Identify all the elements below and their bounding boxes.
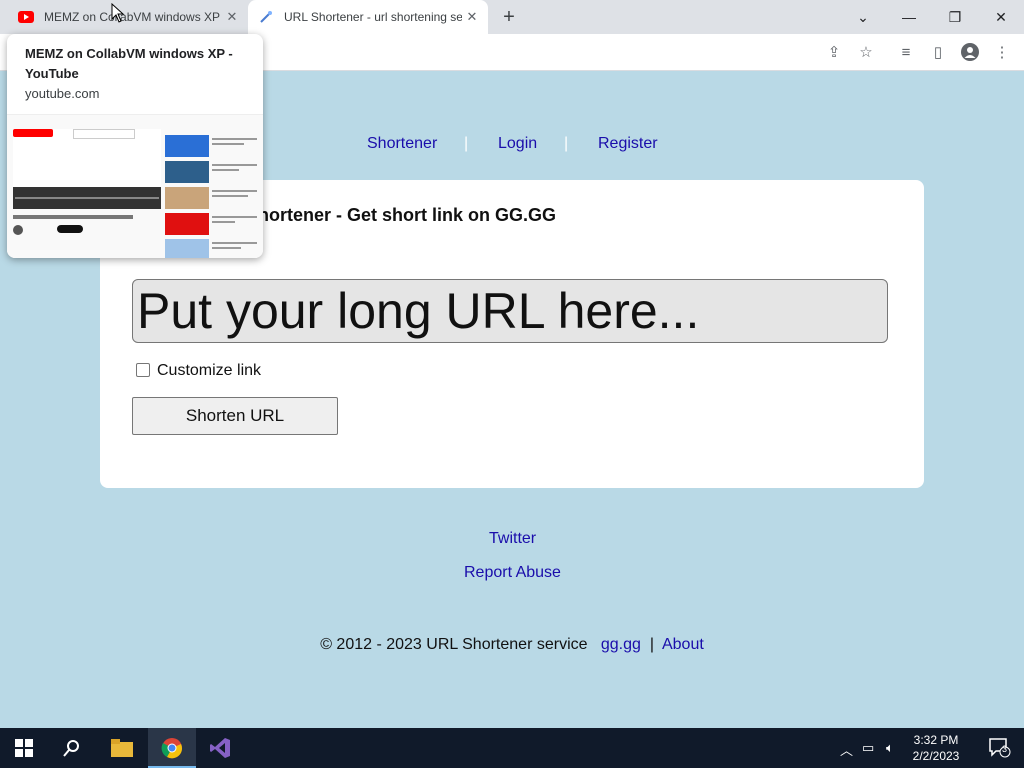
- visual-studio-icon[interactable]: [196, 728, 244, 768]
- volume-icon[interactable]: 🔈︎: [886, 740, 894, 756]
- hover-card-thumbnail: [7, 114, 263, 258]
- restore-button[interactable]: ❐: [932, 0, 978, 34]
- nav-separator: |: [564, 135, 569, 152]
- clock-date: 2/2/2023: [912, 749, 960, 763]
- notification-center-icon[interactable]: 3: [976, 728, 1024, 768]
- share-icon[interactable]: ⇪: [824, 42, 844, 62]
- menu-dots-icon[interactable]: ⋮: [992, 42, 1012, 62]
- windows-start-icon[interactable]: [0, 728, 48, 768]
- page-title: hortener - Get short link on GG.GG: [258, 205, 557, 225]
- network-icon[interactable]: ▭: [862, 740, 874, 756]
- close-tab-icon[interactable]: ✕: [222, 9, 242, 25]
- taskbar: ︿ ▭ 🔈︎ 3:32 PM 2/2/2023 3: [0, 728, 1024, 768]
- new-tab-button[interactable]: +: [498, 6, 520, 28]
- tray-chevron-icon[interactable]: ︿: [840, 740, 853, 759]
- system-clock[interactable]: 3:32 PM 2/2/2023: [906, 732, 966, 764]
- tab-strip: MEMZ on CollabVM windows XP ✕ URL Shorte…: [0, 0, 1024, 34]
- nav-separator: |: [464, 135, 469, 152]
- twitter-link[interactable]: Twitter: [489, 530, 536, 548]
- about-link[interactable]: About: [662, 636, 704, 653]
- nav-link-register[interactable]: Register: [598, 135, 658, 153]
- nav-link-login[interactable]: Login: [498, 135, 537, 153]
- tab-title: MEMZ on CollabVM windows XP: [44, 10, 221, 24]
- report-abuse-link[interactable]: Report Abuse: [464, 564, 561, 582]
- tab-hover-card: MEMZ on CollabVM windows XP - YouTube yo…: [7, 34, 263, 258]
- chrome-icon[interactable]: [148, 728, 196, 768]
- youtube-icon: [18, 9, 34, 25]
- file-explorer-icon[interactable]: [98, 728, 146, 768]
- related-videos-thumbnail: [165, 135, 257, 258]
- bookmark-star-icon[interactable]: ☆: [856, 42, 876, 62]
- hover-card-title: MEMZ on CollabVM windows XP - YouTube: [25, 46, 233, 81]
- profile-icon[interactable]: [960, 42, 980, 62]
- customize-checkbox[interactable]: [136, 363, 150, 377]
- customize-label: Customize link: [157, 362, 262, 379]
- tab-youtube[interactable]: MEMZ on CollabVM windows XP ✕: [8, 0, 248, 34]
- hover-card-domain: youtube.com: [25, 86, 100, 101]
- tab-url-shortener[interactable]: URL Shortener - url shortening se ✕: [248, 0, 488, 34]
- close-tab-icon[interactable]: ✕: [462, 9, 482, 25]
- video-player-thumbnail: [13, 129, 161, 209]
- url-input[interactable]: [132, 279, 888, 343]
- tab-search-icon[interactable]: ⌄: [840, 0, 886, 34]
- copyright-text: © 2012 - 2023 URL Shortener service: [320, 636, 588, 653]
- search-icon[interactable]: [48, 728, 96, 768]
- close-window-button[interactable]: ✕: [978, 0, 1024, 34]
- reading-list-icon[interactable]: ≡: [896, 42, 916, 62]
- side-panel-icon[interactable]: ▯: [928, 42, 948, 62]
- shorten-url-button[interactable]: Shorten URL: [132, 397, 338, 435]
- nav-link-shortener[interactable]: Shortener: [367, 135, 437, 153]
- footer-copyright: © 2012 - 2023 URL Shortener service gg.g…: [0, 636, 1024, 654]
- clock-time: 3:32 PM: [913, 733, 959, 747]
- site-link[interactable]: gg.gg: [601, 636, 641, 653]
- mouse-cursor-icon: [111, 2, 125, 28]
- link-icon: [258, 9, 274, 25]
- minimize-button[interactable]: —: [886, 0, 932, 34]
- notification-count: 3: [1002, 744, 1008, 754]
- footer-separator: |: [649, 636, 654, 653]
- tab-title: URL Shortener - url shortening se: [284, 10, 462, 24]
